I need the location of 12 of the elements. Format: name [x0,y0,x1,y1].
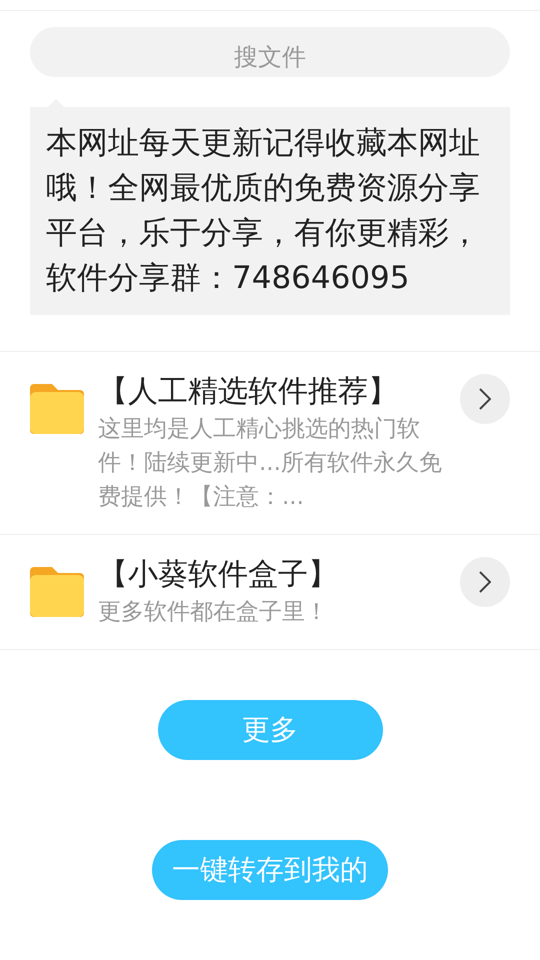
folder-icon [30,382,84,434]
search-field[interactable]: 搜文件 [30,27,510,77]
folder-icon [30,565,84,617]
chevron-right-icon [479,388,491,410]
folder-description: 更多软件都在盒子里！ [98,598,329,627]
folder-description: 这里均是人工精心挑选的热门软件！陆续更新中...所有软件永久免费提供！【注意：... [98,415,443,512]
chevron-button[interactable] [460,374,510,424]
folder-title[interactable]: 【人工精选软件推荐】 [98,372,460,412]
chevron-right-icon [479,571,491,593]
folder-title[interactable]: 【小葵软件盒子】 [98,555,460,595]
chevron-button[interactable] [460,557,510,607]
notice-text: 本网址每天更新记得收藏本网址哦！全网最优质的免费资源分享平台，乐于分享，有你更精彩，软件分享群：748646095 [30,107,510,315]
